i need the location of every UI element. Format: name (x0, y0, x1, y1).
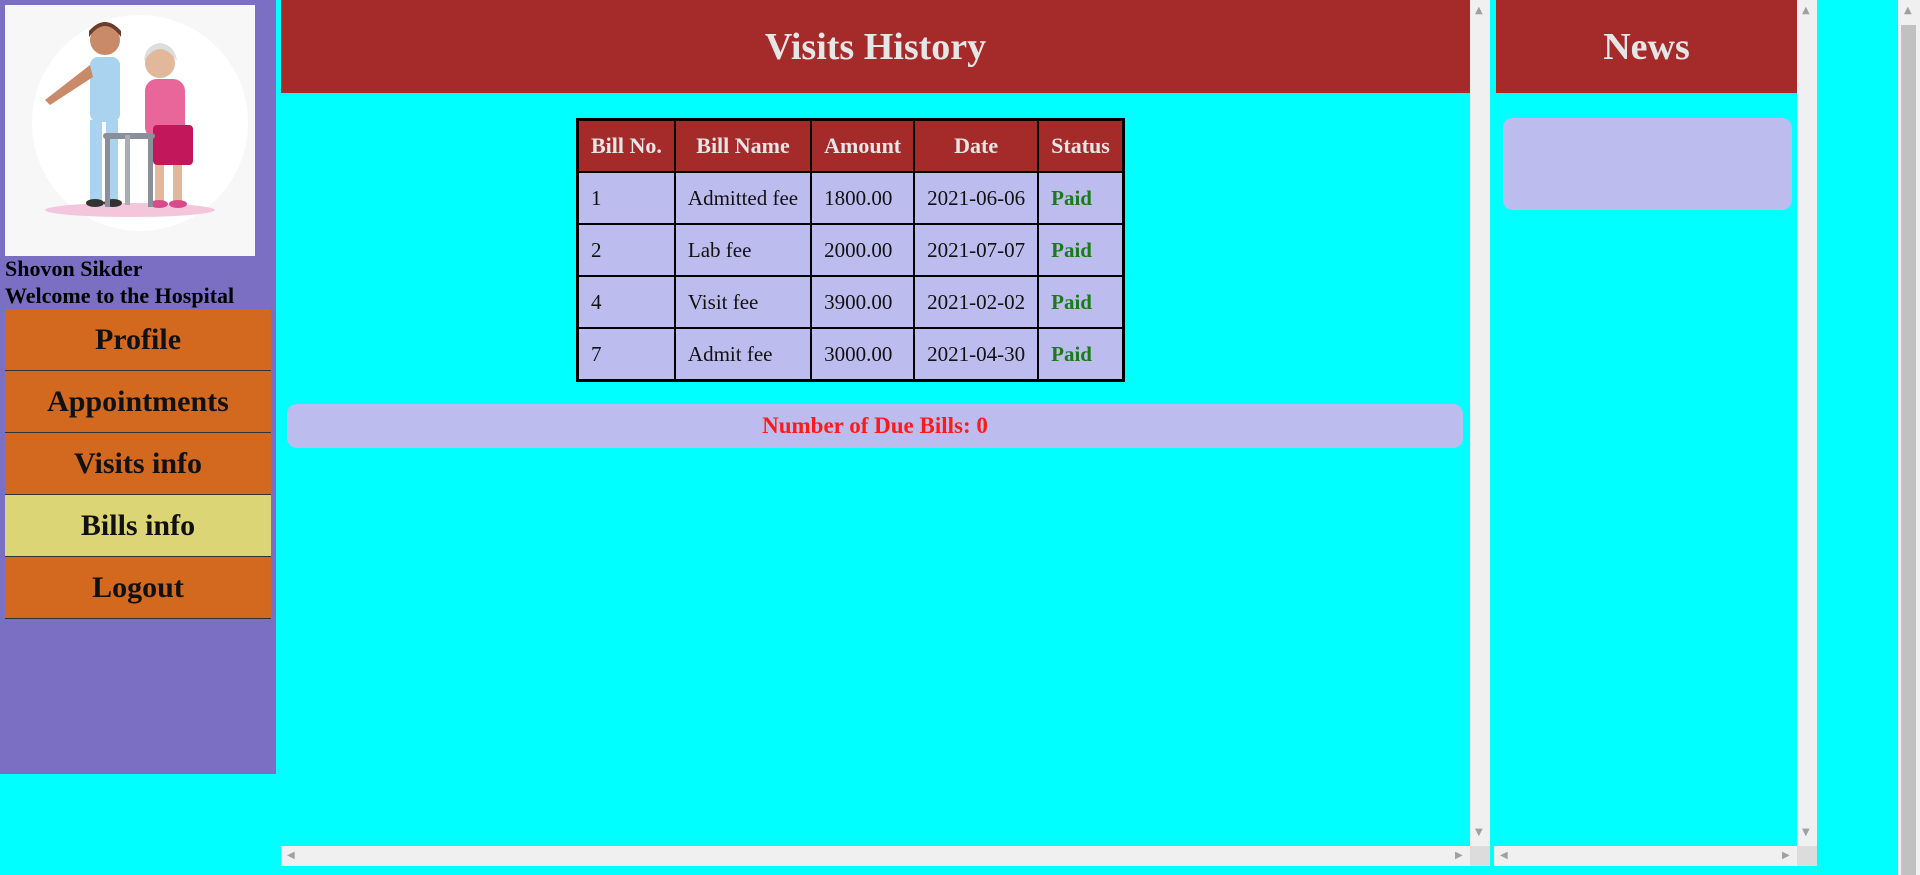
table-row: 1 Admitted fee 1800.00 2021-06-06 Paid (576, 171, 1125, 225)
bill-number-cell: 2 (576, 223, 676, 277)
news-panel (1503, 118, 1792, 210)
status-cell: Paid (1037, 275, 1125, 329)
scroll-down-arrow-icon[interactable]: ▼ (1475, 828, 1483, 838)
due-bills-summary: Number of Due Bills: 0 (287, 404, 1463, 448)
date-cell: 2021-02-02 (913, 275, 1040, 329)
bill-name-cell: Admitted fee (673, 171, 813, 225)
sidebar-nav: Profile Appointments Visits info Bills i… (5, 309, 271, 619)
column-header: Status (1037, 118, 1125, 173)
bill-name-cell: Admit fee (673, 327, 813, 382)
status-cell: Paid (1037, 327, 1125, 382)
page-scroll-thumb[interactable] (1901, 25, 1916, 875)
scroll-up-arrow-icon[interactable]: ▲ (1475, 6, 1483, 16)
date-cell: 2021-06-06 (913, 171, 1040, 225)
main-vertical-scrollbar[interactable]: ▲ ▼ (1470, 0, 1490, 846)
welcome-message: Welcome to the Hospital (5, 283, 235, 308)
news-horizontal-scrollbar[interactable]: ◀ ▶ (1494, 846, 1797, 866)
scrollbar-corner (1797, 846, 1817, 866)
date-cell: 2021-07-07 (913, 223, 1040, 277)
bill-number-cell: 1 (576, 171, 676, 225)
main-frame: Visits History Bill No. Bill Name Amount… (281, 0, 1490, 866)
nav-item-visits-info[interactable]: Visits info (5, 433, 271, 495)
table-row: 7 Admit fee 3000.00 2021-04-30 Paid (576, 327, 1125, 382)
scroll-right-arrow-icon[interactable]: ▶ (1455, 851, 1463, 861)
nav-item-logout[interactable]: Logout (5, 557, 271, 619)
scroll-up-arrow-icon[interactable]: ▲ (1904, 6, 1912, 16)
scroll-down-arrow-icon[interactable]: ▼ (1802, 828, 1810, 838)
column-header: Bill Name (673, 118, 813, 173)
scroll-up-arrow-icon[interactable]: ▲ (1802, 6, 1810, 16)
user-name: Shovon Sikder (5, 256, 143, 281)
news-title: News (1496, 0, 1797, 93)
main-horizontal-scrollbar[interactable]: ◀ ▶ (281, 846, 1470, 866)
amount-cell: 2000.00 (810, 223, 916, 277)
column-header: Date (913, 118, 1040, 173)
news-frame: News ▲ ▼ ◀ ▶ (1494, 0, 1819, 866)
nav-item-bills-info[interactable]: Bills info (5, 495, 271, 557)
nav-item-appointments[interactable]: Appointments (5, 371, 271, 433)
status-cell: Paid (1037, 171, 1125, 225)
column-header: Bill No. (576, 118, 676, 173)
scroll-right-arrow-icon[interactable]: ▶ (1782, 851, 1790, 861)
table-row: 4 Visit fee 3900.00 2021-02-02 Paid (576, 275, 1125, 329)
nav-item-profile[interactable]: Profile (5, 309, 271, 371)
scrollbar-corner (1470, 846, 1490, 866)
date-cell: 2021-04-30 (913, 327, 1040, 382)
sidebar: Shovon Sikder Welcome to the Hospital Pr… (0, 0, 276, 774)
amount-cell: 3900.00 (810, 275, 916, 329)
scroll-left-arrow-icon[interactable]: ◀ (287, 851, 295, 861)
column-header: Amount (810, 118, 916, 173)
scroll-left-arrow-icon[interactable]: ◀ (1500, 851, 1508, 861)
avatar (5, 5, 255, 256)
page-title: Visits History (281, 0, 1470, 93)
amount-cell: 1800.00 (810, 171, 916, 225)
amount-cell: 3000.00 (810, 327, 916, 382)
bill-name-cell: Visit fee (673, 275, 813, 329)
table-header-row: Bill No. Bill Name Amount Date Status (576, 118, 1125, 173)
caregiver-illustration-icon (32, 15, 248, 231)
bill-number-cell: 7 (576, 327, 676, 382)
news-vertical-scrollbar[interactable]: ▲ ▼ (1797, 0, 1817, 846)
bill-number-cell: 4 (576, 275, 676, 329)
bills-table: Bill No. Bill Name Amount Date Status 1 … (576, 118, 1125, 382)
bill-name-cell: Lab fee (673, 223, 813, 277)
status-cell: Paid (1037, 223, 1125, 277)
table-row: 2 Lab fee 2000.00 2021-07-07 Paid (576, 223, 1125, 277)
